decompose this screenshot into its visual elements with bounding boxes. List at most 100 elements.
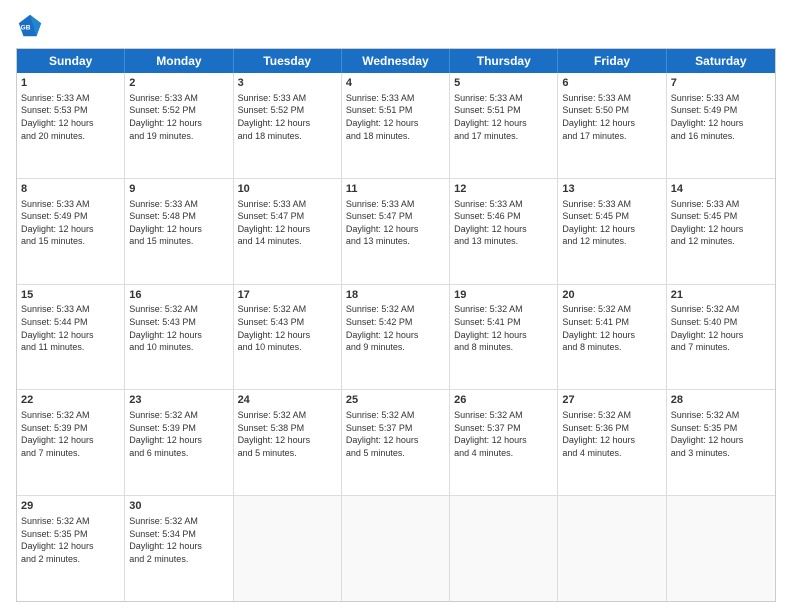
day-info: Sunrise: 5:32 AM Sunset: 5:43 PM Dayligh… — [238, 303, 337, 353]
day-number: 3 — [238, 76, 337, 91]
day-info: Sunrise: 5:33 AM Sunset: 5:46 PM Dayligh… — [454, 198, 553, 248]
day-number: 19 — [454, 288, 553, 303]
day-info: Sunrise: 5:32 AM Sunset: 5:34 PM Dayligh… — [129, 515, 228, 565]
calendar-cell-29: 29Sunrise: 5:32 AM Sunset: 5:35 PM Dayli… — [17, 496, 125, 601]
calendar-cell-12: 12Sunrise: 5:33 AM Sunset: 5:46 PM Dayli… — [450, 179, 558, 284]
calendar-header: SundayMondayTuesdayWednesdayThursdayFrid… — [17, 49, 775, 73]
calendar-cell-9: 9Sunrise: 5:33 AM Sunset: 5:48 PM Daylig… — [125, 179, 233, 284]
day-number: 24 — [238, 393, 337, 408]
day-info: Sunrise: 5:33 AM Sunset: 5:53 PM Dayligh… — [21, 92, 120, 142]
header: GB — [16, 12, 776, 40]
calendar-cell-5: 5Sunrise: 5:33 AM Sunset: 5:51 PM Daylig… — [450, 73, 558, 178]
day-number: 25 — [346, 393, 445, 408]
day-info: Sunrise: 5:32 AM Sunset: 5:41 PM Dayligh… — [454, 303, 553, 353]
day-info: Sunrise: 5:32 AM Sunset: 5:35 PM Dayligh… — [671, 409, 771, 459]
calendar-body: 1Sunrise: 5:33 AM Sunset: 5:53 PM Daylig… — [17, 73, 775, 601]
header-day-saturday: Saturday — [667, 49, 775, 73]
calendar-cell-20: 20Sunrise: 5:32 AM Sunset: 5:41 PM Dayli… — [558, 285, 666, 390]
calendar-cell-13: 13Sunrise: 5:33 AM Sunset: 5:45 PM Dayli… — [558, 179, 666, 284]
calendar-cell-19: 19Sunrise: 5:32 AM Sunset: 5:41 PM Dayli… — [450, 285, 558, 390]
calendar-cell-23: 23Sunrise: 5:32 AM Sunset: 5:39 PM Dayli… — [125, 390, 233, 495]
day-number: 21 — [671, 288, 771, 303]
day-number: 9 — [129, 182, 228, 197]
day-number: 11 — [346, 182, 445, 197]
day-number: 12 — [454, 182, 553, 197]
calendar-cell-3: 3Sunrise: 5:33 AM Sunset: 5:52 PM Daylig… — [234, 73, 342, 178]
day-number: 8 — [21, 182, 120, 197]
day-info: Sunrise: 5:33 AM Sunset: 5:45 PM Dayligh… — [562, 198, 661, 248]
day-number: 23 — [129, 393, 228, 408]
day-info: Sunrise: 5:33 AM Sunset: 5:44 PM Dayligh… — [21, 303, 120, 353]
day-info: Sunrise: 5:32 AM Sunset: 5:43 PM Dayligh… — [129, 303, 228, 353]
svg-text:GB: GB — [21, 25, 31, 32]
calendar-cell-24: 24Sunrise: 5:32 AM Sunset: 5:38 PM Dayli… — [234, 390, 342, 495]
day-info: Sunrise: 5:32 AM Sunset: 5:38 PM Dayligh… — [238, 409, 337, 459]
day-number: 5 — [454, 76, 553, 91]
calendar-cell-26: 26Sunrise: 5:32 AM Sunset: 5:37 PM Dayli… — [450, 390, 558, 495]
day-info: Sunrise: 5:32 AM Sunset: 5:37 PM Dayligh… — [454, 409, 553, 459]
calendar-cell-4: 4Sunrise: 5:33 AM Sunset: 5:51 PM Daylig… — [342, 73, 450, 178]
day-number: 16 — [129, 288, 228, 303]
day-number: 6 — [562, 76, 661, 91]
header-day-monday: Monday — [125, 49, 233, 73]
header-day-friday: Friday — [558, 49, 666, 73]
calendar-cell-empty — [450, 496, 558, 601]
day-info: Sunrise: 5:33 AM Sunset: 5:48 PM Dayligh… — [129, 198, 228, 248]
logo: GB — [16, 12, 48, 40]
day-number: 28 — [671, 393, 771, 408]
calendar-cell-6: 6Sunrise: 5:33 AM Sunset: 5:50 PM Daylig… — [558, 73, 666, 178]
calendar-cell-17: 17Sunrise: 5:32 AM Sunset: 5:43 PM Dayli… — [234, 285, 342, 390]
calendar-cell-16: 16Sunrise: 5:32 AM Sunset: 5:43 PM Dayli… — [125, 285, 233, 390]
day-number: 17 — [238, 288, 337, 303]
day-info: Sunrise: 5:32 AM Sunset: 5:42 PM Dayligh… — [346, 303, 445, 353]
calendar-cell-empty — [558, 496, 666, 601]
calendar-cell-empty — [342, 496, 450, 601]
calendar-cell-11: 11Sunrise: 5:33 AM Sunset: 5:47 PM Dayli… — [342, 179, 450, 284]
calendar: SundayMondayTuesdayWednesdayThursdayFrid… — [16, 48, 776, 602]
calendar-cell-18: 18Sunrise: 5:32 AM Sunset: 5:42 PM Dayli… — [342, 285, 450, 390]
calendar-cell-21: 21Sunrise: 5:32 AM Sunset: 5:40 PM Dayli… — [667, 285, 775, 390]
day-number: 30 — [129, 499, 228, 514]
calendar-cell-2: 2Sunrise: 5:33 AM Sunset: 5:52 PM Daylig… — [125, 73, 233, 178]
day-info: Sunrise: 5:32 AM Sunset: 5:37 PM Dayligh… — [346, 409, 445, 459]
day-info: Sunrise: 5:33 AM Sunset: 5:49 PM Dayligh… — [21, 198, 120, 248]
calendar-row-3: 15Sunrise: 5:33 AM Sunset: 5:44 PM Dayli… — [17, 285, 775, 391]
day-number: 29 — [21, 499, 120, 514]
day-number: 2 — [129, 76, 228, 91]
calendar-row-1: 1Sunrise: 5:33 AM Sunset: 5:53 PM Daylig… — [17, 73, 775, 179]
day-number: 7 — [671, 76, 771, 91]
calendar-cell-empty — [667, 496, 775, 601]
day-number: 18 — [346, 288, 445, 303]
day-number: 27 — [562, 393, 661, 408]
calendar-cell-14: 14Sunrise: 5:33 AM Sunset: 5:45 PM Dayli… — [667, 179, 775, 284]
day-number: 14 — [671, 182, 771, 197]
calendar-cell-1: 1Sunrise: 5:33 AM Sunset: 5:53 PM Daylig… — [17, 73, 125, 178]
day-info: Sunrise: 5:32 AM Sunset: 5:39 PM Dayligh… — [129, 409, 228, 459]
header-day-tuesday: Tuesday — [234, 49, 342, 73]
header-day-wednesday: Wednesday — [342, 49, 450, 73]
day-info: Sunrise: 5:33 AM Sunset: 5:51 PM Dayligh… — [346, 92, 445, 142]
day-number: 1 — [21, 76, 120, 91]
calendar-cell-empty — [234, 496, 342, 601]
day-number: 22 — [21, 393, 120, 408]
day-number: 13 — [562, 182, 661, 197]
day-info: Sunrise: 5:33 AM Sunset: 5:49 PM Dayligh… — [671, 92, 771, 142]
day-info: Sunrise: 5:33 AM Sunset: 5:52 PM Dayligh… — [129, 92, 228, 142]
calendar-cell-15: 15Sunrise: 5:33 AM Sunset: 5:44 PM Dayli… — [17, 285, 125, 390]
calendar-row-2: 8Sunrise: 5:33 AM Sunset: 5:49 PM Daylig… — [17, 179, 775, 285]
calendar-cell-22: 22Sunrise: 5:32 AM Sunset: 5:39 PM Dayli… — [17, 390, 125, 495]
day-info: Sunrise: 5:33 AM Sunset: 5:51 PM Dayligh… — [454, 92, 553, 142]
day-number: 26 — [454, 393, 553, 408]
day-number: 4 — [346, 76, 445, 91]
header-day-sunday: Sunday — [17, 49, 125, 73]
day-info: Sunrise: 5:32 AM Sunset: 5:40 PM Dayligh… — [671, 303, 771, 353]
day-info: Sunrise: 5:32 AM Sunset: 5:39 PM Dayligh… — [21, 409, 120, 459]
day-info: Sunrise: 5:33 AM Sunset: 5:52 PM Dayligh… — [238, 92, 337, 142]
calendar-row-5: 29Sunrise: 5:32 AM Sunset: 5:35 PM Dayli… — [17, 496, 775, 601]
day-info: Sunrise: 5:33 AM Sunset: 5:45 PM Dayligh… — [671, 198, 771, 248]
day-info: Sunrise: 5:32 AM Sunset: 5:36 PM Dayligh… — [562, 409, 661, 459]
calendar-cell-28: 28Sunrise: 5:32 AM Sunset: 5:35 PM Dayli… — [667, 390, 775, 495]
day-info: Sunrise: 5:33 AM Sunset: 5:47 PM Dayligh… — [238, 198, 337, 248]
day-number: 10 — [238, 182, 337, 197]
logo-icon: GB — [16, 12, 44, 40]
